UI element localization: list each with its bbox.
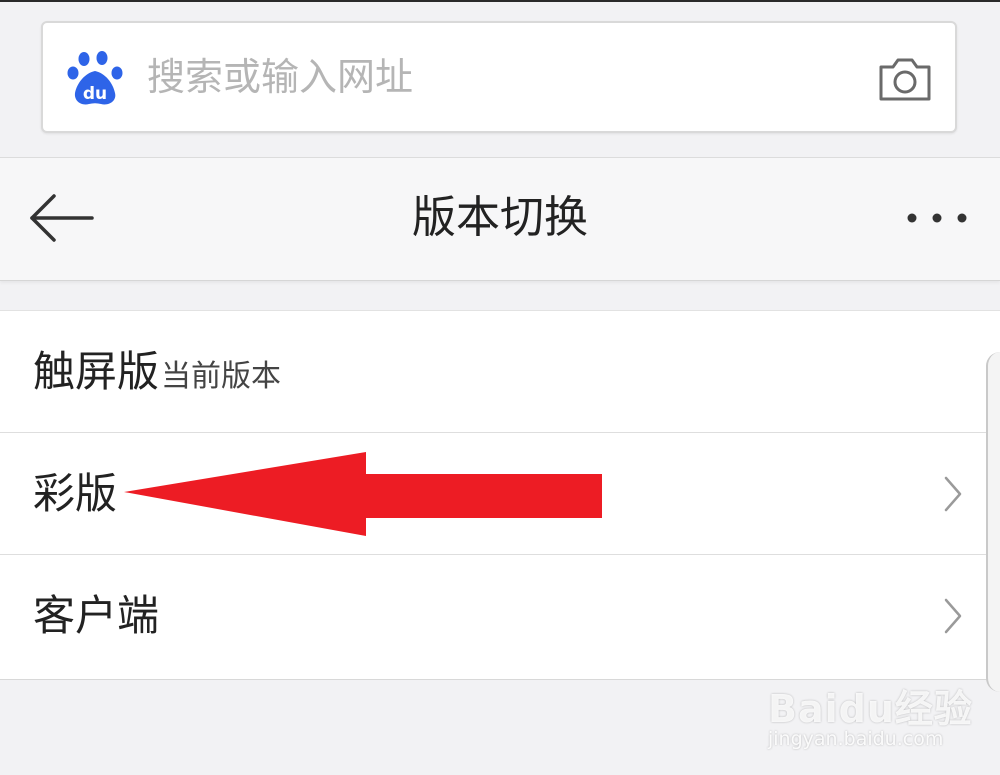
page-title: 版本切换 <box>412 192 588 243</box>
baidu-paw-icon: du <box>67 51 123 105</box>
search-input[interactable] <box>147 47 847 107</box>
search-bar[interactable]: du <box>41 21 957 133</box>
camera-icon[interactable] <box>877 55 933 103</box>
chevron-right-icon <box>944 476 962 512</box>
list-item-client[interactable]: 客户端 <box>0 555 1000 677</box>
chevron-right-icon <box>944 598 962 634</box>
list-item-touch-version[interactable]: 触屏版当前版本 <box>0 311 1000 433</box>
list-item-label: 彩版 <box>33 469 118 518</box>
arrow-left-icon[interactable] <box>28 192 96 244</box>
list-item-label-wrap: 触屏版当前版本 <box>33 311 281 433</box>
watermark-brand: Baidu经验 <box>768 687 973 731</box>
svg-text:du: du <box>83 84 107 104</box>
more-horizontal-icon[interactable] <box>904 208 970 228</box>
current-version-badge: 当前版本 <box>161 359 282 394</box>
scroll-edge <box>986 352 1000 692</box>
red-arrow-icon <box>124 452 602 536</box>
list-item-label: 触屏版 <box>33 347 160 396</box>
page-header: 版本切换 <box>0 157 1000 281</box>
top-edge <box>0 0 1000 2</box>
list-item-label: 客户端 <box>33 591 160 640</box>
watermark-url: jingyan.baidu.com <box>768 728 944 750</box>
watermark: Baidu经验 jingyan.baidu.com <box>768 664 972 760</box>
